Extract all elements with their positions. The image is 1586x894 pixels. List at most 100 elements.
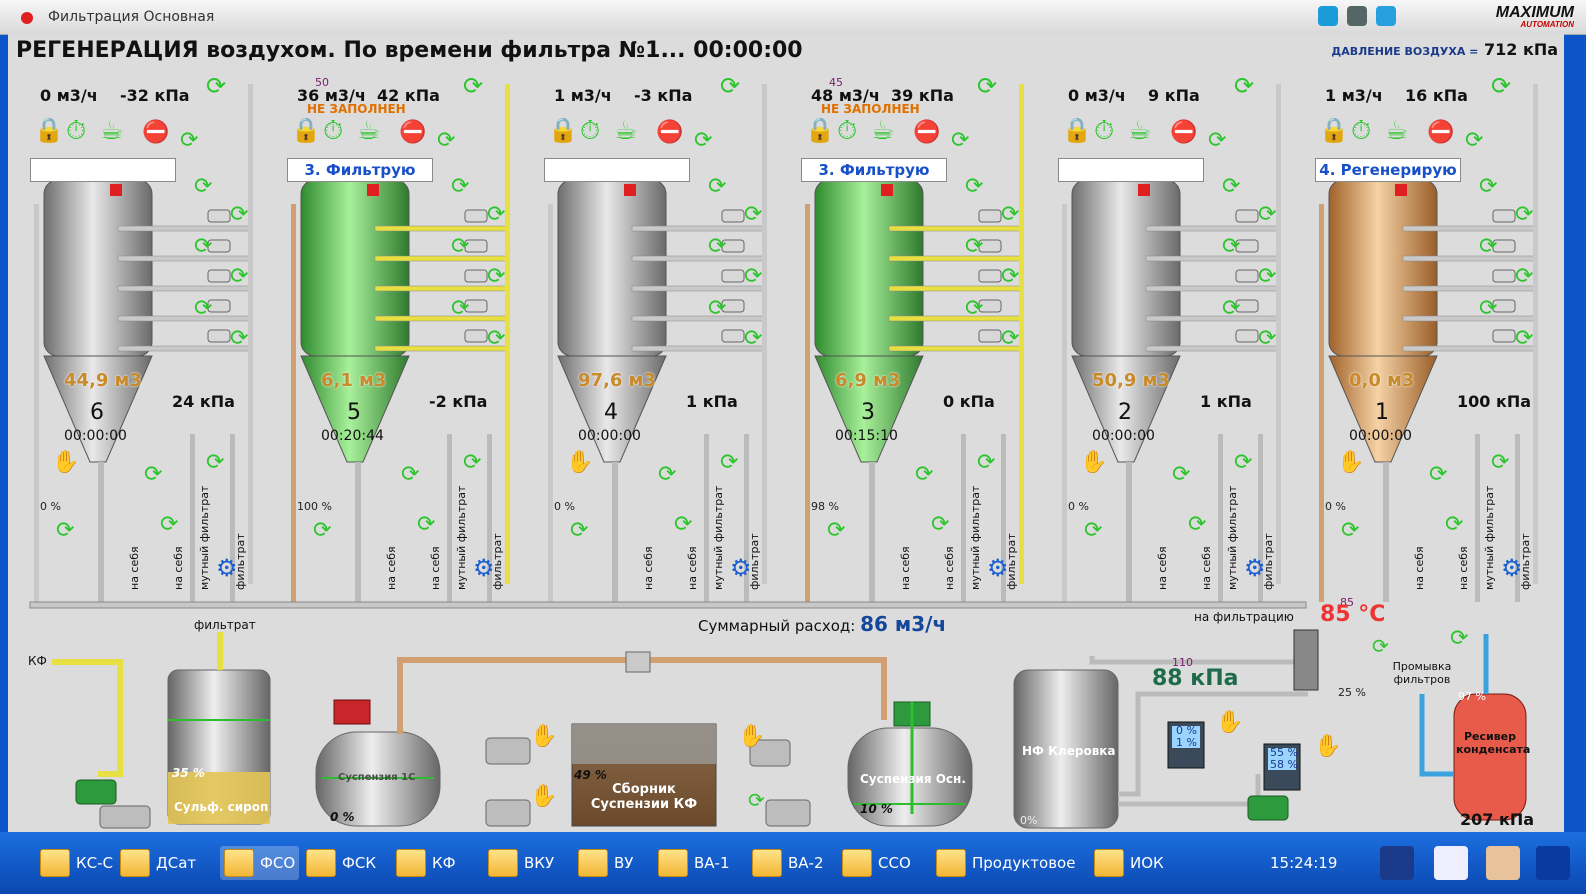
settings-gear-icon[interactable] [1380, 846, 1414, 880]
rotate-icon[interactable]: ⟳ [1188, 512, 1206, 537]
taskbar-item-10[interactable]: ССО [842, 846, 911, 880]
gear-icon[interactable]: ⚙ [987, 554, 1009, 582]
rotate-icon[interactable]: ⟳ [1258, 202, 1276, 227]
timer-icon[interactable]: ⏱ [66, 116, 86, 147]
taskbar-item-8[interactable]: ВА-1 [658, 846, 730, 880]
valve[interactable] [721, 209, 745, 223]
rotate-icon[interactable]: ⟳ [1491, 450, 1509, 475]
gear-icon[interactable]: ⚙ [1244, 554, 1266, 582]
taskbar-item-11[interactable]: Продуктовое [936, 846, 1075, 880]
valve[interactable] [207, 269, 231, 283]
rotate-icon[interactable]: ⟳ [1234, 72, 1254, 100]
rotate-icon[interactable]: ⟳ [720, 72, 740, 100]
hand-icon[interactable]: ✋ [530, 724, 557, 749]
rotate-icon[interactable]: ⟳ [977, 72, 997, 100]
rotate-icon[interactable]: ⟳ [951, 128, 969, 153]
rotate-icon[interactable]: ⟳ [748, 788, 765, 812]
rotate-icon[interactable]: ⟳ [487, 326, 505, 351]
gear-icon[interactable]: ⚙ [473, 554, 495, 582]
rotate-icon[interactable]: ⟳ [931, 512, 949, 537]
valve[interactable] [978, 209, 1002, 223]
valve[interactable] [1235, 209, 1259, 223]
rotate-icon[interactable]: ⟳ [1515, 264, 1533, 289]
close-dot-icon[interactable] [21, 12, 33, 24]
rotate-icon[interactable]: ⟳ [437, 128, 455, 153]
rotate-icon[interactable]: ⟳ [1372, 634, 1389, 658]
rotate-icon[interactable]: ⟳ [708, 234, 726, 259]
rotate-icon[interactable]: ⟳ [194, 234, 212, 259]
taskbar-item-3[interactable]: ФСО [220, 846, 300, 880]
rotate-icon[interactable]: ⟳ [1001, 326, 1019, 351]
rotate-icon[interactable]: ⟳ [1208, 128, 1226, 153]
rotate-icon[interactable]: ⟳ [206, 450, 224, 475]
rotate-icon[interactable]: ⟳ [965, 296, 983, 321]
taskbar-item-4[interactable]: ФСК [306, 846, 376, 880]
rotate-icon[interactable]: ⟳ [1258, 264, 1276, 289]
taskbar-item-2[interactable]: ДСат [120, 846, 196, 880]
rotate-icon[interactable]: ⟳ [230, 264, 248, 289]
rotate-icon[interactable]: ⟳ [1429, 462, 1447, 487]
rotate-icon[interactable]: ⟳ [1450, 626, 1468, 651]
rotate-icon[interactable]: ⟳ [1001, 202, 1019, 227]
cup-icon[interactable]: ☕ [614, 116, 637, 146]
stop-icon[interactable]: ⛔ [913, 120, 940, 145]
rotate-icon[interactable]: ⟳ [1001, 264, 1019, 289]
cup-icon[interactable]: ☕ [1385, 116, 1408, 146]
taskbar-item-9[interactable]: ВА-2 [752, 846, 824, 880]
rotate-icon[interactable]: ⟳ [206, 72, 226, 100]
rotate-icon[interactable]: ⟳ [487, 264, 505, 289]
stop-icon[interactable]: ⛔ [656, 120, 683, 145]
valve[interactable] [1492, 269, 1516, 283]
rotate-icon[interactable]: ⟳ [1515, 326, 1533, 351]
stop-icon[interactable]: ⛔ [399, 120, 426, 145]
rotate-icon[interactable]: ⟳ [451, 296, 469, 321]
valve[interactable] [464, 329, 488, 343]
lock-icon[interactable]: 🔒 [805, 116, 835, 144]
rotate-icon[interactable]: ⟳ [674, 512, 692, 537]
rotate-icon[interactable]: ⟳ [56, 518, 74, 543]
valve[interactable] [978, 329, 1002, 343]
timer-icon[interactable]: ⏱ [1094, 116, 1114, 147]
valve[interactable] [1235, 329, 1259, 343]
rotate-icon[interactable]: ⟳ [915, 462, 933, 487]
hand-icon[interactable]: ✋ [530, 784, 557, 809]
rotate-icon[interactable]: ⟳ [144, 462, 162, 487]
rotate-icon[interactable]: ⟳ [1445, 512, 1463, 537]
rotate-icon[interactable]: ⟳ [160, 512, 178, 537]
stop-icon[interactable]: ⛔ [1427, 120, 1454, 145]
valve[interactable] [721, 269, 745, 283]
rotate-icon[interactable]: ⟳ [1479, 174, 1497, 199]
hand-icon[interactable]: ✋ [738, 724, 765, 749]
taskbar-item-1[interactable]: КС-С [40, 846, 113, 880]
gear-icon[interactable]: ⚙ [216, 554, 238, 582]
rotate-icon[interactable]: ⟳ [1491, 72, 1511, 100]
valve[interactable] [464, 209, 488, 223]
telegram-icon[interactable] [1376, 6, 1397, 26]
rotate-icon[interactable]: ⟳ [230, 202, 248, 227]
rotate-icon[interactable]: ⟳ [570, 518, 588, 543]
rotate-icon[interactable]: ⟳ [1222, 296, 1240, 321]
rotate-icon[interactable]: ⟳ [451, 174, 469, 199]
lock-icon[interactable]: 🔒 [1319, 116, 1349, 144]
rotate-icon[interactable]: ⟳ [744, 264, 762, 289]
rotate-icon[interactable]: ⟳ [744, 326, 762, 351]
lock-icon[interactable]: 🔒 [548, 116, 578, 144]
valve[interactable] [464, 269, 488, 283]
rotate-icon[interactable]: ⟳ [463, 450, 481, 475]
lock-icon[interactable]: 🔒 [291, 116, 321, 144]
rotate-icon[interactable]: ⟳ [1479, 234, 1497, 259]
rotate-icon[interactable]: ⟳ [744, 202, 762, 227]
cup-icon[interactable]: ☕ [871, 116, 894, 146]
timer-icon[interactable]: ⏱ [837, 116, 857, 147]
cup-icon[interactable]: ☕ [100, 116, 123, 146]
rotate-icon[interactable]: ⟳ [694, 128, 712, 153]
hand-icon[interactable]: ✋ [1216, 710, 1243, 735]
timer-icon[interactable]: ⏱ [580, 116, 600, 147]
user-icon[interactable] [1486, 846, 1520, 880]
taskbar-item-12[interactable]: ИОК [1094, 846, 1164, 880]
rotate-icon[interactable]: ⟳ [1172, 462, 1190, 487]
rotate-icon[interactable]: ⟳ [451, 234, 469, 259]
hand-icon[interactable]: ✋ [1337, 450, 1364, 475]
operator-icon[interactable] [1347, 6, 1368, 26]
valve[interactable] [1492, 329, 1516, 343]
